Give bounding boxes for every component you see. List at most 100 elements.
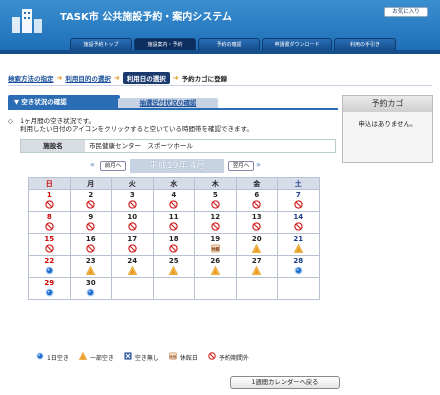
day-number: 12 bbox=[210, 213, 221, 221]
out-of-period-icon bbox=[294, 222, 303, 231]
out-of-period-icon bbox=[294, 200, 303, 209]
partial-icon[interactable] bbox=[169, 265, 179, 275]
header-bottom-bar bbox=[0, 50, 440, 54]
day-number: 10 bbox=[127, 213, 138, 221]
tab-chevron-icon: ▼ bbox=[14, 98, 19, 106]
info-line-1: 1ヶ月間の空き状況です。 bbox=[20, 117, 95, 125]
tab-availability[interactable]: ▼ 空き状況の確認 bbox=[8, 95, 120, 109]
legend-label: 1日空き bbox=[47, 354, 69, 362]
calendar-day: 7 bbox=[277, 189, 320, 212]
legend-item: 一部空き bbox=[78, 351, 114, 362]
nav-booking-check[interactable]: 予約の確認 bbox=[198, 38, 260, 50]
header: TASK市 公共施設予約・案内システム お気に入り 施設予約トップ 施設案内・予… bbox=[0, 0, 440, 50]
step-date-current: 利用日の選択 bbox=[122, 72, 170, 84]
facility-row: 施設名 市民健康センター スポーツホール bbox=[20, 139, 336, 153]
out-of-period-icon bbox=[208, 352, 216, 362]
closed-icon-label: 休館 bbox=[170, 354, 177, 359]
partial-icon[interactable] bbox=[252, 243, 262, 253]
calendar-day[interactable]: 24 bbox=[111, 255, 154, 278]
step-arrow-icon: ➔ bbox=[113, 74, 120, 82]
available-icon[interactable] bbox=[45, 266, 54, 275]
partial-icon[interactable] bbox=[252, 265, 262, 275]
day-number: 8 bbox=[46, 213, 52, 221]
day-number: 28 bbox=[293, 257, 304, 265]
calendar-day: 18 bbox=[152, 233, 195, 256]
month-title: 平成19年 4月 bbox=[130, 159, 224, 173]
step-arrow-icon: ➔ bbox=[172, 74, 179, 82]
partial-icon[interactable] bbox=[210, 265, 220, 275]
out-of-period-icon bbox=[45, 200, 54, 209]
available-icon[interactable] bbox=[45, 288, 54, 297]
partial-icon[interactable] bbox=[293, 243, 303, 253]
calendar-day: 8 bbox=[28, 211, 71, 234]
available-icon[interactable] bbox=[86, 288, 95, 297]
calendar-day: 15 bbox=[28, 233, 71, 256]
partial-icon bbox=[78, 351, 88, 362]
site-title: TASK市 公共施設予約・案内システム bbox=[60, 12, 232, 23]
calendar-day[interactable]: 30 bbox=[69, 277, 112, 300]
calendar-day[interactable]: 22 bbox=[28, 255, 71, 278]
step-search-method[interactable]: 検索方法の指定 bbox=[8, 73, 54, 83]
calendar-day: 4 bbox=[152, 189, 195, 212]
calendar-day: 9 bbox=[69, 211, 112, 234]
week-calendar-button[interactable]: 1週間カレンダーへ戻る bbox=[230, 376, 340, 389]
legend-item: 予約期間外 bbox=[208, 352, 249, 362]
nav-facility-booking[interactable]: 施設案内・予約 bbox=[134, 38, 196, 50]
cart-panel: 予約カゴ 申込はありません。 bbox=[342, 95, 433, 163]
available-icon[interactable] bbox=[294, 266, 303, 275]
calendar-day[interactable]: 27 bbox=[235, 255, 278, 278]
double-left-arrow-icon: « bbox=[90, 160, 95, 169]
nav-guide[interactable]: 利用の手引き bbox=[334, 38, 396, 50]
day-number: 15 bbox=[44, 235, 55, 243]
legend-label: 予約期間外 bbox=[218, 354, 249, 362]
nav-download[interactable]: 申請書ダウンロード bbox=[262, 38, 332, 50]
legend-label: 空き無し bbox=[134, 354, 159, 362]
calendar-day bbox=[152, 277, 195, 300]
day-number: 6 bbox=[254, 191, 260, 199]
favorites-button[interactable]: お気に入り bbox=[384, 7, 428, 17]
calendar-day: 5 bbox=[194, 189, 237, 212]
calendar-day[interactable]: 25 bbox=[152, 255, 195, 278]
partial-icon[interactable] bbox=[86, 265, 96, 275]
calendar-day: 2 bbox=[69, 189, 112, 212]
main-nav: 施設予約トップ 施設案内・予約 予約の確認 申請書ダウンロード 利用の手引き bbox=[70, 38, 396, 50]
weekday-header: 月 bbox=[69, 177, 112, 190]
divider bbox=[8, 85, 432, 86]
legend-label: 休館日 bbox=[179, 354, 198, 362]
calendar-day[interactable]: 28 bbox=[277, 255, 320, 278]
legend: 1日空き 一部空き 空き無し 休館 休館日 予約期間外 bbox=[36, 351, 249, 362]
calendar-day[interactable]: 20 bbox=[235, 233, 278, 256]
out-of-period-icon bbox=[252, 222, 261, 231]
out-of-period-icon bbox=[86, 200, 95, 209]
calendar-day: 12 bbox=[194, 211, 237, 234]
day-number: 14 bbox=[293, 213, 304, 221]
calendar-day[interactable]: 26 bbox=[194, 255, 237, 278]
nav-top[interactable]: 施設予約トップ bbox=[70, 38, 132, 50]
calendar-week: 29 30 bbox=[28, 277, 320, 300]
day-number: 20 bbox=[251, 235, 262, 243]
day-number: 29 bbox=[44, 279, 55, 287]
calendar-day[interactable]: 23 bbox=[69, 255, 112, 278]
calendar-day[interactable]: 29 bbox=[28, 277, 71, 300]
calendar-day: 11 bbox=[152, 211, 195, 234]
next-month-button[interactable]: 翌月へ bbox=[228, 161, 254, 171]
closed-icon-label: 休館 bbox=[211, 246, 219, 251]
prev-month-button[interactable]: 前月へ bbox=[100, 161, 126, 171]
step-purpose[interactable]: 利用目的の選択 bbox=[65, 73, 111, 83]
closed-icon: 休館 bbox=[210, 244, 220, 253]
day-number: 16 bbox=[85, 235, 96, 243]
closed-icon: 休館 bbox=[169, 352, 177, 362]
calendar-day: 19 休館 bbox=[194, 233, 237, 256]
day-number: 19 bbox=[210, 235, 221, 243]
calendar-day: 3 bbox=[111, 189, 154, 212]
legend-label: 一部空き bbox=[89, 354, 114, 362]
partial-icon[interactable] bbox=[127, 265, 137, 275]
calendar-day: 6 bbox=[235, 189, 278, 212]
calendar-day[interactable]: 21 bbox=[277, 233, 320, 256]
calendar-day bbox=[277, 277, 320, 300]
out-of-period-icon bbox=[86, 222, 95, 231]
weekday-header: 金 bbox=[235, 177, 278, 190]
legend-item: 空き無し bbox=[124, 352, 159, 362]
out-of-period-icon bbox=[128, 244, 137, 253]
cart-message: 申込はありません。 bbox=[358, 120, 417, 128]
